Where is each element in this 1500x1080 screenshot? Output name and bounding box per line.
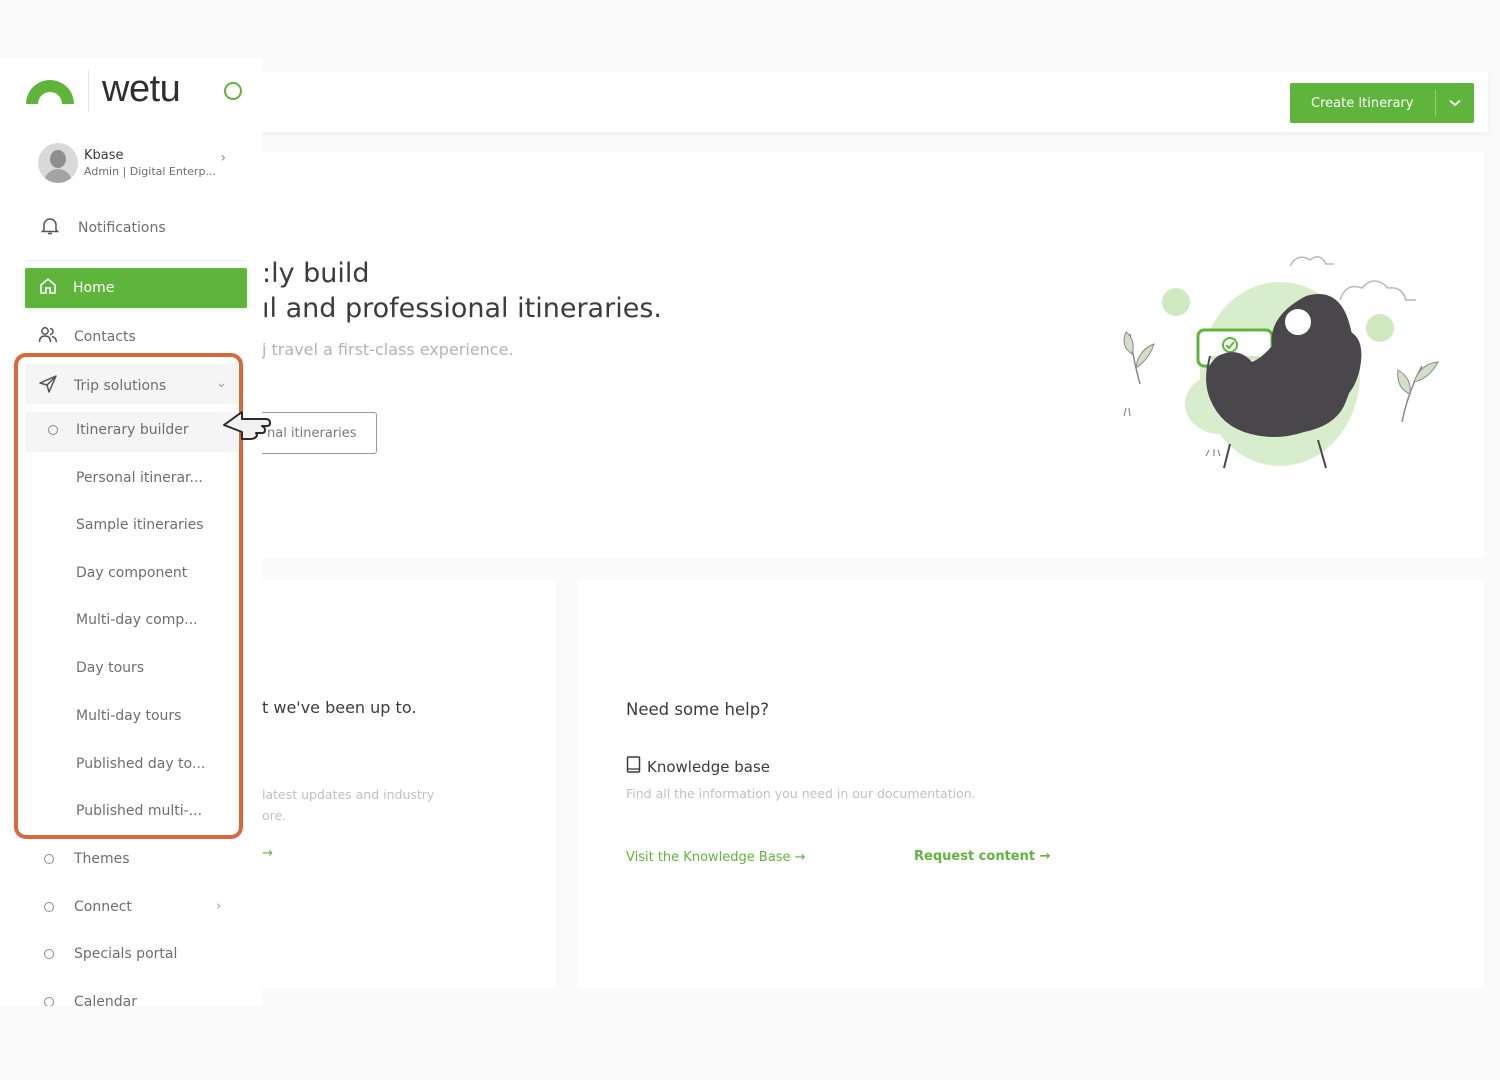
hero-title: :ly build ıl and professional itinerarie… [262,256,662,326]
profile-role: Admin | Digital Enterp... [84,165,216,178]
updates-card: t we've been up to. latest updates and i… [262,580,556,988]
user-profile[interactable]: Kbase Admin | Digital Enterp... › [38,142,230,184]
knowledge-base-description: Find all the information you need in our… [626,786,976,801]
highlight-box [14,353,243,839]
visit-knowledge-base-link[interactable]: Visit the Knowledge Base → [626,850,806,865]
profile-name: Kbase [84,148,124,163]
request-content-link[interactable]: Request content → [914,849,1051,864]
knowledge-base-heading: Knowledge base [626,756,770,777]
wetu-logo-icon [26,80,74,104]
home-label: Home [73,280,115,296]
users-icon [38,326,58,348]
calendar-label: Calendar [74,994,137,1006]
hero-illustration [1123,256,1439,469]
chevron-right-icon: › [220,150,226,166]
help-title: Need some help? [626,700,769,719]
hero-subtitle: j travel a first-class experience. [262,340,514,359]
notifications-label: Notifications [78,220,166,236]
specials-portal-label: Specials portal [74,946,178,962]
connect-label: Connect [74,899,132,915]
home-icon [39,277,57,299]
sidebar-item-specials-portal[interactable]: Specials portal [44,946,177,962]
help-card: Need some help? Knowledge base Find all … [578,580,1484,988]
chevron-right-icon[interactable]: › [216,899,221,914]
updates-desc-line-1: latest updates and industry [262,787,435,802]
circle-icon [44,949,54,959]
contacts-label: Contacts [74,329,136,345]
pointer-hand-icon [223,411,271,440]
updates-description: latest updates and industry ore. [262,784,472,826]
updates-desc-line-2: ore. [262,808,287,823]
circle-icon [44,997,54,1006]
updates-link-arrow[interactable]: → [262,846,273,861]
sidebar-item-calendar[interactable]: Calendar [44,994,137,1006]
knowledge-base-title: Knowledge base [647,757,770,776]
chevron-down-icon[interactable] [1436,99,1474,107]
hero-title-line-2: ıl and professional itineraries. [262,293,662,324]
create-itinerary-label: Create Itinerary [1311,95,1414,111]
hero-panel: :ly build ıl and professional itinerarie… [262,152,1484,558]
create-itinerary-button[interactable]: Create Itinerary [1290,83,1474,123]
avatar [38,143,78,183]
sidebar-item-notifications[interactable]: Notifications [40,216,166,240]
hero-title-line-1: :ly build [262,258,370,289]
sidebar-item-contacts[interactable]: Contacts [38,326,136,348]
updates-title: t we've been up to. [262,698,417,717]
circle-icon [44,854,54,864]
bell-icon [40,216,60,240]
status-indicator [224,82,242,100]
themes-label: Themes [74,851,130,867]
sidebar-item-home[interactable]: Home [25,268,247,308]
logo-divider [88,70,89,112]
hero-itineraries-button[interactable]: nal itineraries [262,412,377,454]
sidebar-item-connect[interactable]: Connect [44,899,132,915]
circle-icon [44,902,54,912]
sidebar-divider [26,260,246,261]
sidebar-item-themes[interactable]: Themes [44,851,130,867]
book-icon [626,756,641,777]
wetu-logo-text: wetu [102,68,181,110]
